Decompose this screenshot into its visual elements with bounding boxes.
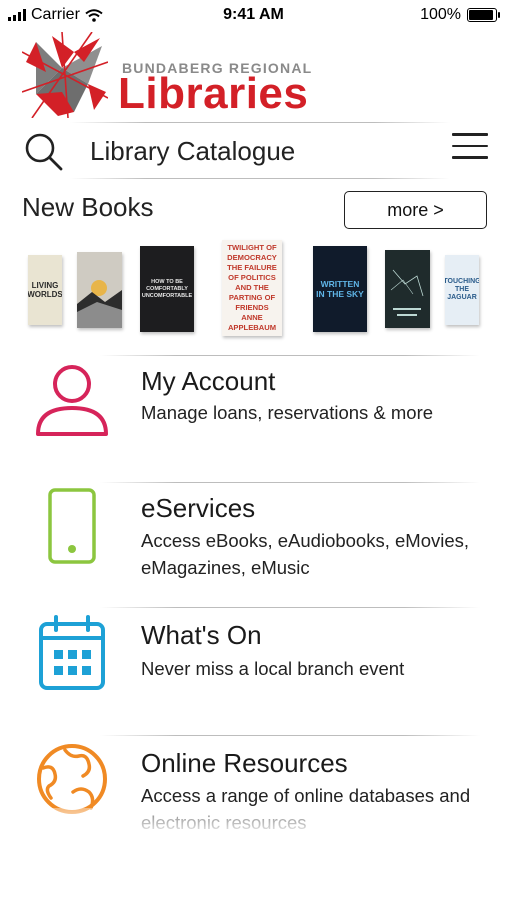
hamburger-menu-icon[interactable]: [452, 133, 488, 161]
menu-item-my-account[interactable]: My Account Manage loans, reservations & …: [0, 360, 507, 470]
status-right: 100%: [420, 6, 500, 24]
battery-icon: [467, 8, 500, 22]
book-cover[interactable]: HOW TO BE COMFORTABLY UNCOMFORTABLE: [140, 246, 194, 332]
book-cover[interactable]: LIVING WORLDS: [28, 255, 62, 325]
menu-item-eservices[interactable]: eServices Access eBooks, eAudiobooks, eM…: [0, 486, 507, 604]
divider: [100, 482, 480, 483]
book-cover-title: TWILIGHT OF DEMOCRACY THE FAILURE OF POL…: [227, 243, 277, 332]
book-cover-title: WRITTEN IN THE SKY: [316, 279, 364, 299]
library-catalogue-link[interactable]: Library Catalogue: [90, 136, 295, 167]
menu-item-title: eServices: [141, 493, 256, 523]
divider: [100, 607, 480, 608]
library-logo-icon: [22, 32, 108, 118]
new-books-heading: New Books: [22, 192, 154, 222]
menu-item-description: Manage loans, reservations & more: [141, 402, 434, 423]
book-cover[interactable]: WRITTEN IN THE SKY: [313, 246, 367, 332]
divider: [70, 122, 450, 123]
book-cover[interactable]: [385, 250, 430, 328]
person-icon: [36, 365, 108, 436]
menu-item-description: Never miss a local branch event: [141, 658, 405, 679]
divider: [100, 355, 480, 356]
book-cover-title: HOW TO BE COMFORTABLY UNCOMFORTABLE: [141, 278, 193, 299]
globe-icon: [37, 744, 107, 814]
book-cover-art: [385, 250, 430, 328]
book-cover-title: LIVING WORLDS: [28, 281, 62, 299]
divider: [70, 178, 450, 179]
divider: [100, 735, 480, 736]
menu-item-title: My Account: [141, 366, 276, 396]
search-icon[interactable]: [24, 132, 64, 172]
logo-libraries-text: Libraries: [118, 69, 309, 118]
phone-icon: [48, 488, 96, 564]
menu-item-description: Access eBooks, eAudiobooks, eMovies, eMa…: [141, 530, 470, 578]
book-cover[interactable]: TOUCHING THE JAGUAR: [445, 255, 479, 325]
status-bar: Carrier 9:41 AM 100%: [0, 0, 507, 30]
book-cover-art: [77, 252, 122, 328]
book-cover-title: TOUCHING THE JAGUAR: [445, 278, 479, 301]
book-cover[interactable]: [77, 252, 122, 328]
battery-percent: 100%: [420, 6, 461, 23]
more-books-button[interactable]: more >: [344, 191, 487, 229]
scroll-fade: [0, 808, 507, 838]
calendar-icon: [39, 615, 105, 690]
menu-item-title: What's On: [141, 620, 262, 650]
book-cover[interactable]: TWILIGHT OF DEMOCRACY THE FAILURE OF POL…: [222, 240, 282, 336]
menu-item-title: Online Resources: [141, 748, 348, 778]
menu-item-whats-on[interactable]: What's On Never miss a local branch even…: [0, 612, 507, 722]
